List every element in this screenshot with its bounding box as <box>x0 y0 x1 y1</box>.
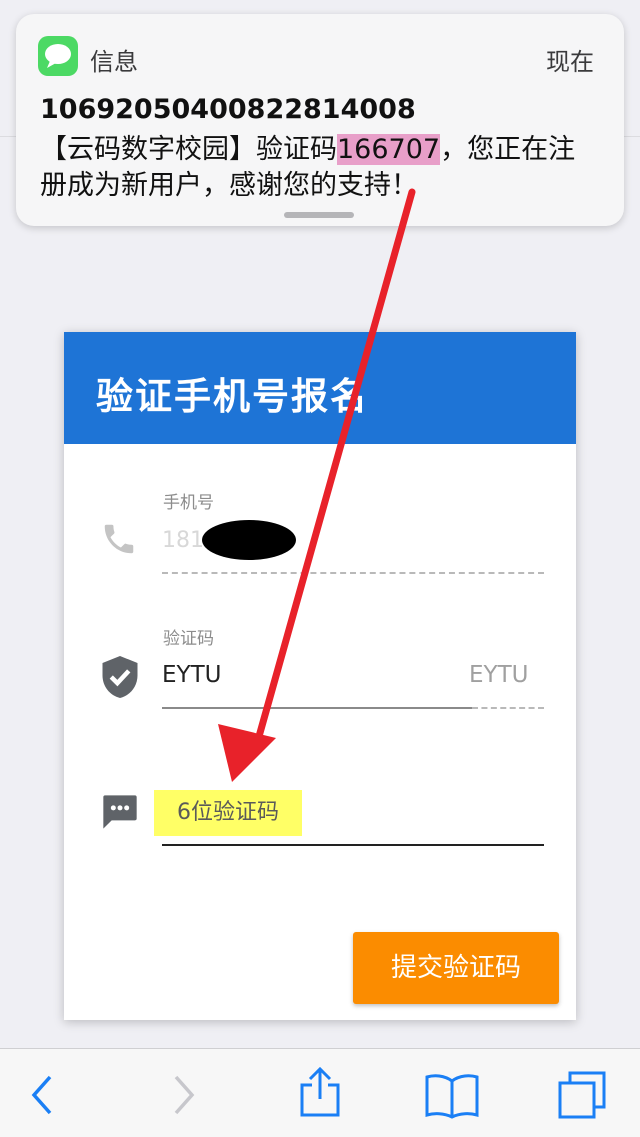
share-icon[interactable] <box>298 1065 342 1123</box>
browser-toolbar <box>0 1048 640 1137</box>
back-icon[interactable] <box>28 1073 58 1121</box>
forward-icon[interactable] <box>168 1073 198 1121</box>
bookmarks-icon[interactable] <box>424 1071 480 1123</box>
red-arrow-annotation <box>218 188 416 782</box>
tabs-icon[interactable] <box>556 1067 608 1125</box>
